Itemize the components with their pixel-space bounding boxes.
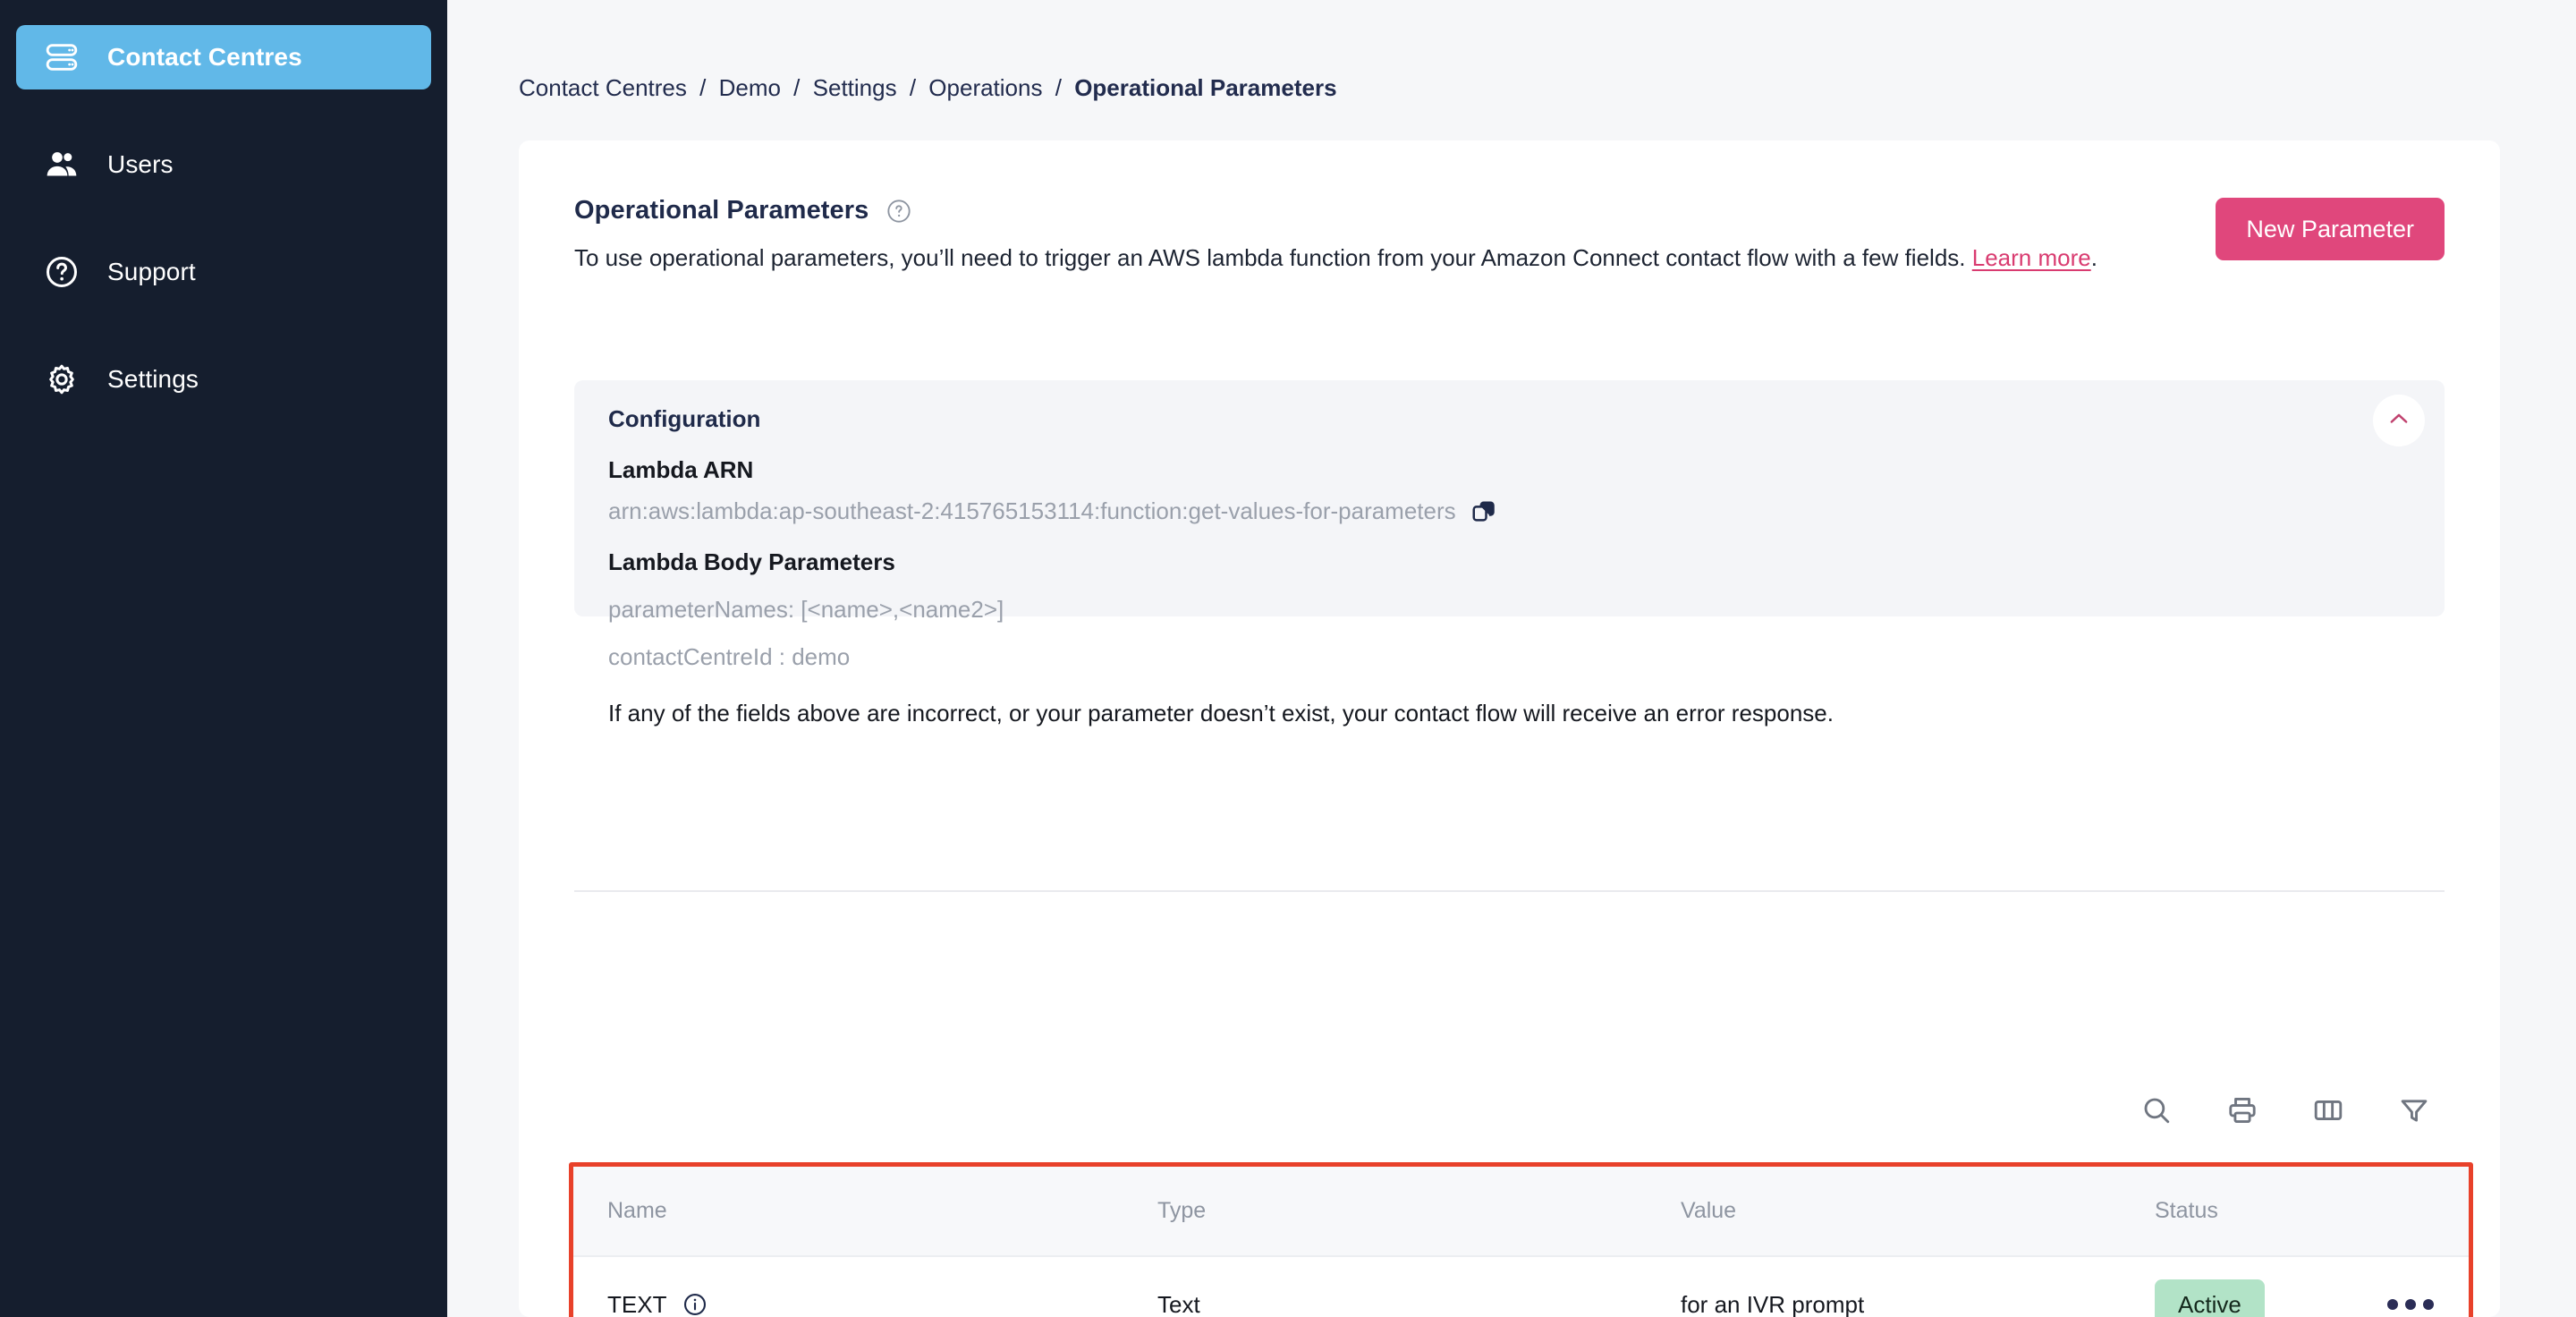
question-circle-icon — [41, 251, 82, 293]
cell-actions — [2353, 1256, 2469, 1317]
column-header-value[interactable]: Value — [1647, 1167, 2121, 1257]
breadcrumb-separator: / — [909, 74, 917, 101]
sidebar-item-users[interactable]: Users — [16, 132, 431, 197]
card-header: Operational Parameters To use operationa… — [574, 196, 2445, 275]
page-title: Operational Parameters — [574, 196, 869, 225]
breadcrumb-separator: / — [699, 74, 707, 101]
column-header-type[interactable]: Type — [1123, 1167, 1647, 1257]
cell-value: for an IVR prompt — [1647, 1256, 2121, 1317]
parameters-table: Name Type Value Status TEXT Text for an … — [573, 1167, 2469, 1317]
lambda-body-parameters-label: Lambda Body Parameters — [608, 548, 895, 575]
sidebar-item-support[interactable]: Support — [16, 240, 431, 304]
configuration-panel: Configuration Lambda ARN arn:aws:lambda:… — [574, 380, 2445, 726]
description-text-before: To use operational parameters, you’ll ne… — [574, 244, 1972, 271]
app-root: Contact Centres Users Support Settings C… — [0, 0, 2576, 1317]
main-content: Contact Centres / Demo / Settings / Oper… — [447, 0, 2576, 1317]
sidebar: Contact Centres Users Support Settings — [0, 0, 447, 1317]
question-circle-icon[interactable] — [886, 199, 911, 224]
sidebar-item-label: Support — [107, 258, 196, 285]
print-icon[interactable] — [2223, 1091, 2262, 1130]
description-text-after: . — [2090, 244, 2097, 271]
breadcrumb-item-operational-parameters: Operational Parameters — [1074, 74, 1337, 101]
column-header-name[interactable]: Name — [573, 1167, 1123, 1257]
info-icon[interactable] — [682, 1292, 708, 1317]
body-parameter-contact-centre-id: contactCentreId : demo — [608, 643, 851, 670]
breadcrumb-item-settings[interactable]: Settings — [813, 74, 897, 101]
chevron-up-icon — [2386, 406, 2411, 436]
breadcrumb: Contact Centres / Demo / Settings / Oper… — [519, 74, 1337, 102]
search-icon[interactable] — [2137, 1091, 2176, 1130]
filter-icon[interactable] — [2394, 1091, 2434, 1130]
sidebar-item-contact-centres[interactable]: Contact Centres — [16, 25, 431, 89]
lambda-arn-label: Lambda ARN — [608, 456, 754, 483]
parameter-name: TEXT — [607, 1290, 667, 1317]
cell-name: TEXT — [573, 1256, 1123, 1317]
body-parameter-names: parameterNames: [<name>,<name2>] — [608, 596, 1004, 623]
sidebar-item-settings[interactable]: Settings — [16, 347, 431, 412]
breadcrumb-item-operations[interactable]: Operations — [928, 74, 1042, 101]
sidebar-item-label: Settings — [107, 365, 199, 393]
status-badge: Active — [2155, 1279, 2265, 1317]
columns-icon[interactable] — [2309, 1091, 2348, 1130]
breadcrumb-item-contact-centres[interactable]: Contact Centres — [519, 74, 687, 101]
copy-icon[interactable] — [1470, 498, 1497, 525]
column-header-actions — [2353, 1167, 2469, 1257]
sidebar-item-label: Users — [107, 150, 174, 178]
users-icon — [41, 144, 82, 185]
page-description: To use operational parameters, you’ll ne… — [574, 242, 2148, 275]
sidebar-item-label: Contact Centres — [107, 43, 302, 71]
table-header-row: Name Type Value Status — [573, 1167, 2469, 1257]
configuration-note: If any of the fields above are incorrect… — [608, 700, 1834, 726]
kebab-menu-icon[interactable] — [2387, 1299, 2441, 1310]
section-divider — [574, 890, 2445, 892]
configuration-title: Configuration — [608, 405, 761, 432]
cell-status: Active — [2121, 1256, 2353, 1317]
breadcrumb-separator: / — [1055, 74, 1062, 101]
new-parameter-button[interactable]: New Parameter — [2216, 198, 2445, 260]
cell-type: Text — [1123, 1256, 1647, 1317]
server-stack-icon — [41, 37, 82, 78]
configuration-collapse-button[interactable] — [2373, 395, 2425, 446]
learn-more-link[interactable]: Learn more — [1972, 244, 2091, 271]
gear-icon — [41, 359, 82, 400]
breadcrumb-item-demo[interactable]: Demo — [719, 74, 781, 101]
lambda-arn-value: arn:aws:lambda:ap-southeast-2:4157651531… — [608, 497, 1456, 524]
table-row[interactable]: TEXT Text for an IVR prompt Active — [573, 1256, 2469, 1317]
column-header-status[interactable]: Status — [2121, 1167, 2353, 1257]
table-toolbar — [2137, 1091, 2434, 1130]
operational-parameters-card: Operational Parameters To use operationa… — [519, 140, 2500, 1317]
breadcrumb-separator: / — [793, 74, 801, 101]
parameters-table-highlight: Name Type Value Status TEXT Text for an … — [569, 1162, 2473, 1317]
